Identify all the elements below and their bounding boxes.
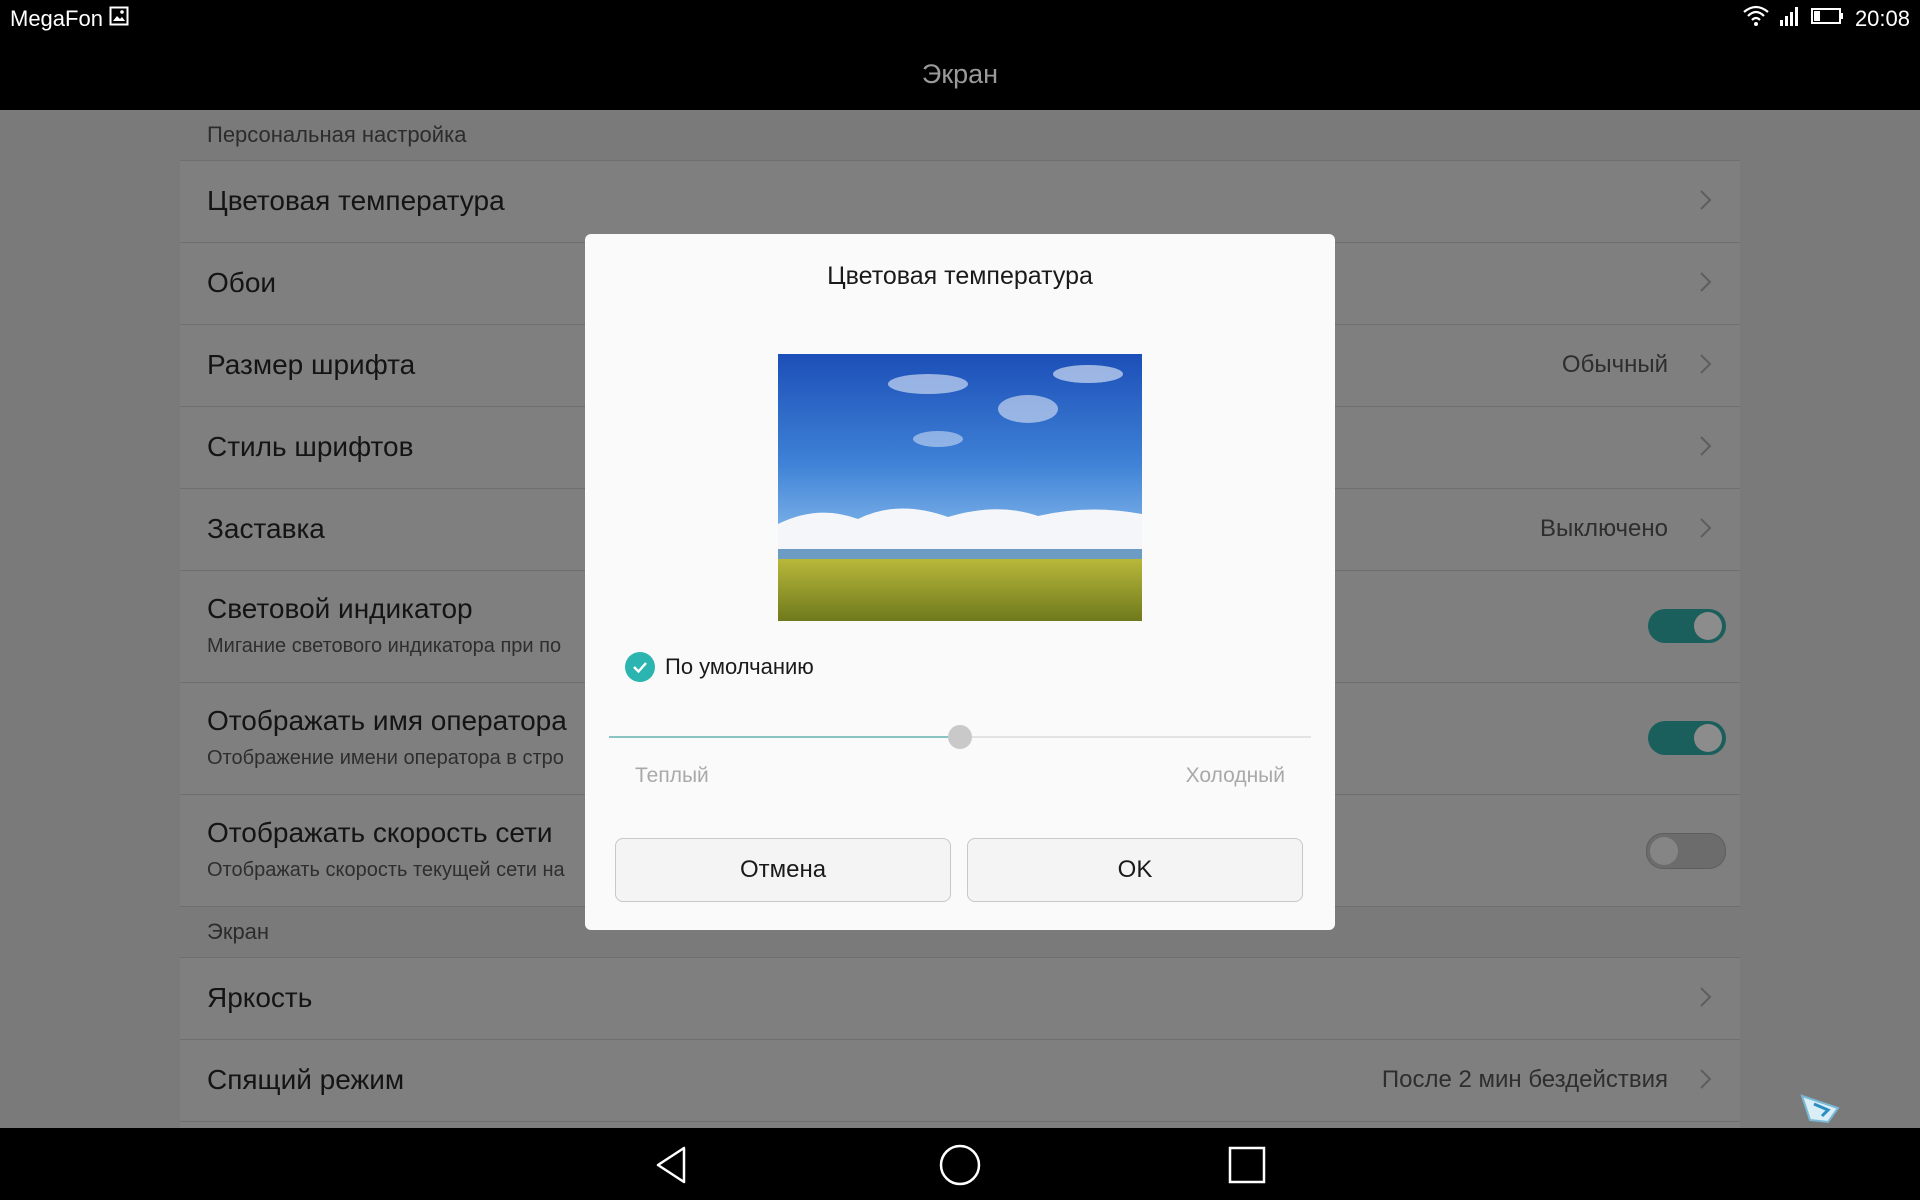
color-temperature-dialog: Цветовая температура По умолчанию Теплый… — [585, 234, 1335, 930]
chevron-right-icon — [1700, 436, 1712, 456]
preview-image — [778, 354, 1142, 621]
setting-label: Обои — [207, 267, 277, 298]
cancel-button[interactable]: Отмена — [615, 838, 951, 902]
default-checkbox-row[interactable]: По умолчанию — [625, 652, 814, 682]
slider-fill — [609, 736, 960, 738]
watermark-logo — [1800, 1094, 1840, 1124]
navigation-bar — [0, 1128, 1920, 1200]
setting-brightness[interactable]: Яркость — [180, 958, 1740, 1040]
dialog-title: Цветовая температура — [827, 262, 1093, 290]
clock: 20:08 — [1854, 6, 1910, 31]
setting-value: Обычный — [1561, 351, 1668, 378]
default-checkbox[interactable] — [625, 652, 655, 682]
slider-min-label: Теплый — [635, 764, 709, 787]
setting-label: Цветовая температура — [207, 185, 505, 216]
network-speed-toggle[interactable] — [1646, 833, 1726, 869]
page-title: Экран — [921, 58, 999, 89]
setting-label: Отображать скорость сети — [207, 817, 553, 848]
setting-color-temperature[interactable]: Цветовая температура — [180, 161, 1740, 243]
setting-label: Отображать имя оператора — [207, 705, 567, 736]
ok-button[interactable]: OK — [967, 838, 1303, 902]
setting-label: Заставка — [207, 513, 325, 544]
toggle-knob — [1694, 724, 1722, 752]
setting-description: Мигание светового индикатора при по — [207, 635, 562, 657]
signal-icon — [1779, 5, 1801, 33]
color-temperature-slider[interactable] — [609, 722, 1311, 752]
picture-icon — [109, 6, 129, 32]
battery-icon — [1810, 6, 1845, 32]
show-operator-toggle[interactable] — [1648, 721, 1726, 755]
chevron-right-icon — [1700, 987, 1712, 1007]
light-indicator-toggle[interactable] — [1648, 609, 1726, 643]
slider-thumb[interactable] — [948, 725, 972, 749]
chevron-right-icon — [1700, 518, 1712, 538]
chevron-right-icon — [1700, 354, 1712, 374]
chevron-right-icon — [1700, 272, 1712, 292]
back-icon[interactable] — [650, 1142, 696, 1188]
setting-value: После 2 мин бездействия — [1381, 1066, 1668, 1093]
title-bar: Экран — [0, 38, 1920, 110]
setting-label: Стиль шрифтов — [207, 431, 414, 462]
setting-label: Спящий режим — [207, 1064, 405, 1095]
chevron-right-icon — [1700, 1069, 1712, 1089]
setting-value: Выключено — [1540, 515, 1668, 542]
setting-label: Размер шрифта — [207, 349, 416, 380]
recents-icon[interactable] — [1224, 1142, 1270, 1188]
chevron-right-icon — [1700, 190, 1712, 210]
toggle-knob — [1650, 837, 1678, 865]
carrier-name: MegaFon — [10, 6, 103, 31]
home-icon[interactable] — [937, 1142, 983, 1188]
setting-description: Отображать скорость текущей сети на — [207, 859, 565, 881]
toggle-knob — [1694, 612, 1722, 640]
slider-max-label: Холодный — [1185, 764, 1285, 787]
default-checkbox-label: По умолчанию — [665, 654, 814, 679]
setting-label: Яркость — [207, 982, 313, 1013]
check-icon — [633, 662, 647, 674]
wifi-icon — [1743, 5, 1769, 33]
section-header-personal: Персональная настройка — [180, 110, 1740, 161]
setting-sleep[interactable]: Спящий режим После 2 мин бездействия — [180, 1040, 1740, 1122]
setting-label: Световой индикатор — [207, 593, 473, 624]
status-bar: MegaFon 20:08 — [0, 0, 1920, 38]
setting-description: Отображение имени оператора в стро — [207, 747, 564, 769]
